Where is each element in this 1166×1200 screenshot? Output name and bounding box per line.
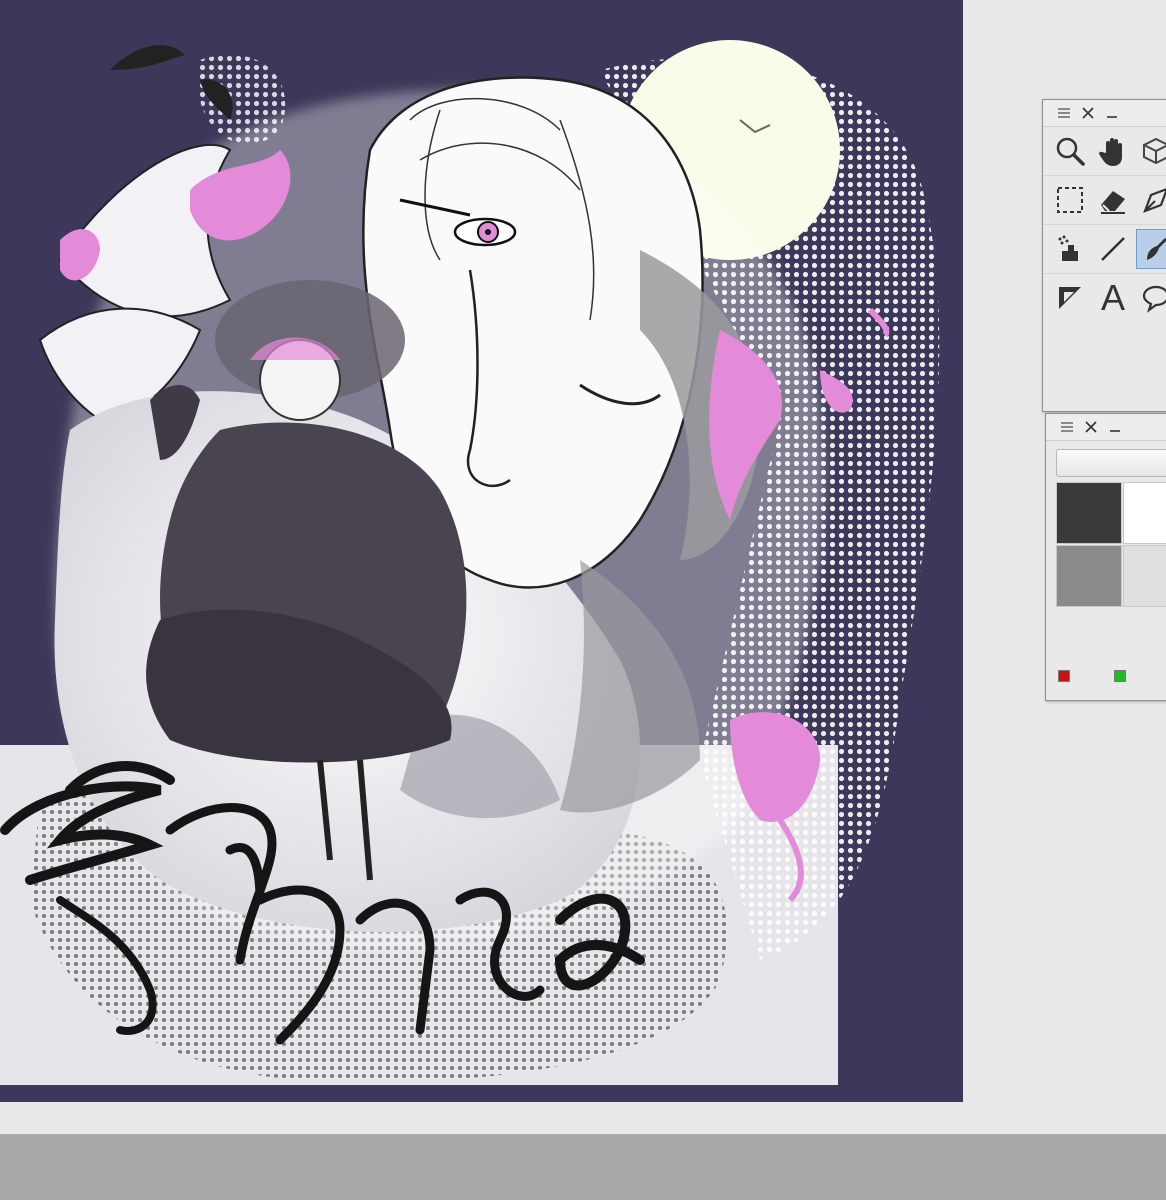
- green-indicator[interactable]: [1114, 670, 1126, 682]
- red-indicator[interactable]: [1058, 670, 1070, 682]
- speech-balloon-icon[interactable]: [1136, 278, 1166, 318]
- color-palette-titlebar[interactable]: [1046, 414, 1166, 441]
- gradient-triangle-icon[interactable]: [1049, 278, 1090, 318]
- cube-icon[interactable]: [1136, 131, 1166, 171]
- tool-palette: A: [1042, 99, 1166, 412]
- color-set-palette: 新: [1045, 413, 1166, 701]
- magnifier-icon[interactable]: [1049, 131, 1090, 171]
- workspace: A 新: [0, 0, 1166, 1134]
- brush-icon[interactable]: [1135, 229, 1166, 269]
- new-color-set-button[interactable]: 新: [1056, 449, 1166, 477]
- color-swatch[interactable]: [1056, 482, 1122, 544]
- minimize-icon[interactable]: [1106, 418, 1124, 436]
- color-swatch[interactable]: [1056, 545, 1122, 607]
- color-swatch[interactable]: [1123, 482, 1166, 544]
- close-icon[interactable]: [1082, 418, 1100, 436]
- tool-palette-titlebar[interactable]: [1043, 100, 1166, 127]
- text-icon[interactable]: A: [1092, 278, 1133, 318]
- dashed-rectangle-icon[interactable]: [1049, 180, 1090, 220]
- fill-bucket-icon[interactable]: [1049, 229, 1090, 269]
- drawing-canvas[interactable]: [0, 0, 963, 1102]
- bottom-status-bar: [0, 1134, 1166, 1200]
- menu-icon[interactable]: [1058, 418, 1076, 436]
- close-icon[interactable]: [1079, 104, 1097, 122]
- artwork-illustration: [0, 0, 963, 1102]
- minimize-icon[interactable]: [1103, 104, 1121, 122]
- menu-icon[interactable]: [1055, 104, 1073, 122]
- eraser-icon[interactable]: [1092, 180, 1133, 220]
- color-swatch[interactable]: [1123, 545, 1166, 607]
- pen-nib-icon[interactable]: [1136, 180, 1166, 220]
- hand-icon[interactable]: [1092, 131, 1133, 171]
- line-icon[interactable]: [1092, 229, 1133, 269]
